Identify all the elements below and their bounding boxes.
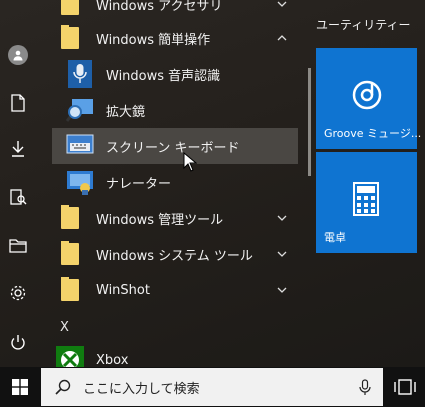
folder-label: Windows 簡単操作	[96, 32, 211, 48]
app-label: Windows 音声認識	[106, 68, 221, 84]
folder-icon	[9, 239, 27, 253]
chevron-down-icon	[277, 215, 287, 221]
power-icon	[11, 335, 25, 350]
microphone-icon[interactable]	[359, 379, 371, 396]
mouse-cursor-icon	[183, 152, 197, 172]
folder-icon	[61, 25, 79, 49]
app-list-item-magnifier[interactable]: 拡大鏡	[52, 92, 302, 128]
folder-label: Windows 管理ツール	[96, 212, 224, 228]
chevron-down-icon	[277, 1, 287, 7]
user-avatar-icon	[8, 45, 28, 65]
settings-button[interactable]	[3, 278, 33, 308]
folder-icon	[61, 277, 79, 301]
tile-group-title: ユーティリティー	[316, 18, 411, 32]
microphone-icon	[68, 60, 92, 88]
windows-logo-icon	[12, 379, 28, 395]
calculator-icon	[353, 182, 379, 216]
folder-icon	[61, 0, 79, 15]
documents-button[interactable]	[3, 88, 33, 118]
xbox-icon	[56, 346, 84, 367]
tile-label: 電卓	[324, 231, 346, 244]
search-placeholder: ここに入力して検索	[83, 381, 200, 397]
narrator-icon	[67, 171, 93, 195]
folder-label: Windows システム ツール	[96, 248, 253, 264]
search-icon	[55, 379, 71, 395]
folder-label: Windows アクセサリ	[96, 0, 223, 14]
app-label: Xbox	[96, 352, 129, 368]
folder-label: WinShot	[96, 282, 150, 298]
account-button[interactable]	[3, 40, 33, 70]
app-label: ナレーター	[106, 176, 172, 192]
downloads-button[interactable]	[3, 134, 33, 164]
app-list: Windows アクセサリ Windows 簡単操作 Windows 音声認識 …	[52, 0, 302, 367]
magnifier-icon	[66, 99, 93, 122]
search-box[interactable]: ここに入力して検索	[41, 368, 383, 406]
app-label: 拡大鏡	[106, 104, 146, 120]
task-view-icon[interactable]	[392, 375, 418, 399]
section-letter-x[interactable]: X	[60, 320, 69, 335]
groove-music-icon	[352, 80, 382, 110]
app-list-folder-system-tools[interactable]: Windows システム ツール	[52, 236, 302, 272]
app-list-item-speech-recognition[interactable]: Windows 音声認識	[52, 56, 302, 92]
taskbar: ここに入力して検索	[0, 367, 425, 407]
gear-icon	[10, 285, 26, 301]
app-list-folder-accessories[interactable]: Windows アクセサリ	[52, 0, 302, 22]
app-list-item-narrator[interactable]: ナレーター	[52, 164, 302, 200]
document-icon	[11, 94, 25, 112]
app-list-folder-admin-tools[interactable]: Windows 管理ツール	[52, 200, 302, 236]
chevron-up-icon	[277, 35, 287, 41]
chevron-down-icon	[277, 287, 287, 293]
chevron-down-icon	[277, 251, 287, 257]
start-menu-rail	[0, 0, 36, 367]
keyboard-icon	[66, 134, 94, 154]
app-list-item-xbox[interactable]: Xbox	[52, 342, 302, 367]
app-list-folder-ease-of-access[interactable]: Windows 簡単操作	[52, 20, 302, 56]
app-list-item-on-screen-keyboard[interactable]: スクリーン キーボード	[52, 128, 298, 164]
pictures-icon	[10, 189, 27, 205]
pictures-button[interactable]	[3, 182, 33, 212]
folder-icon	[61, 205, 79, 229]
explorer-button[interactable]	[3, 230, 33, 260]
tile-calculator[interactable]: 電卓	[316, 152, 417, 253]
folder-icon	[61, 241, 79, 265]
app-list-scrollbar[interactable]	[308, 68, 311, 176]
start-button[interactable]	[0, 367, 40, 407]
app-label: スクリーン キーボード	[106, 140, 240, 156]
tile-label: Groove ミュージ...	[324, 127, 422, 140]
app-list-folder-winshot[interactable]: WinShot	[52, 272, 302, 308]
download-icon	[12, 141, 24, 157]
power-button[interactable]	[3, 328, 33, 358]
tile-groove-music[interactable]: Groove ミュージ...	[316, 48, 421, 149]
